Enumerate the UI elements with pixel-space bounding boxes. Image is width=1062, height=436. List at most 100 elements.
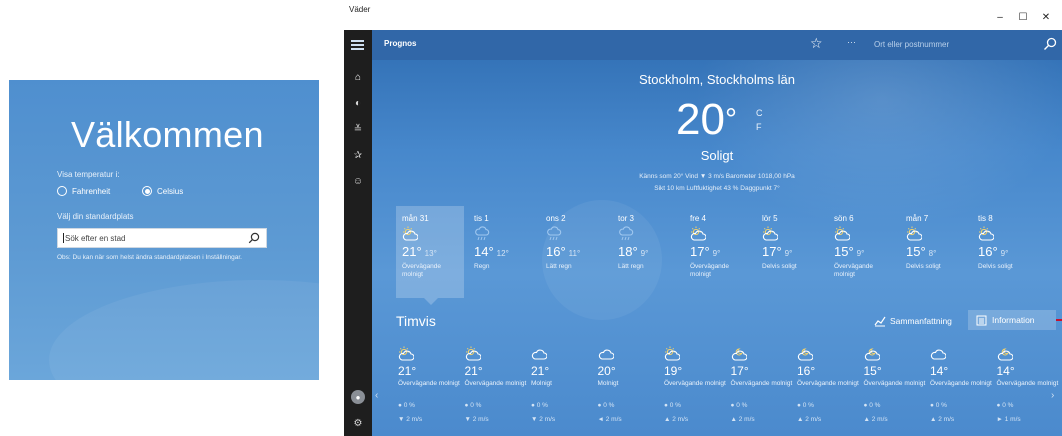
high-value: 16° [546,244,566,259]
more-options-button[interactable]: ··· [847,37,856,47]
settings-icon[interactable]: ⚙ [351,416,365,430]
precipitation: ● 0 % [664,402,681,409]
chart-icon [874,316,886,327]
weather-details-line-2: Sikt 10 km Luftfuktighet 43 % Daggpunkt … [654,185,780,192]
daily-forecast-day[interactable]: tis 8 16° 9° Delvis soligt [972,206,1040,298]
precipitation: ● 0 % [797,402,814,409]
rain-icon [547,226,562,241]
maps-nav-icon[interactable]: ◐ [351,96,365,110]
maximize-button[interactable]: ☐ [1014,12,1032,23]
hour-temperature: 14° [996,364,1015,378]
favorites-nav-icon[interactable]: ✰ [351,148,365,162]
wind: ► 1 m/s [996,416,1021,423]
day-condition: Delvis soligt [906,263,941,270]
celsius-unit[interactable]: C [756,106,763,120]
day-name: tor 3 [618,214,635,223]
temperature-value: 20 [676,95,725,144]
daily-forecast-day[interactable]: ons 2 16° 11° Lätt regn [540,206,608,298]
day-condition: Delvis soligt [978,263,1013,270]
historical-weather-nav-icon[interactable]: ≚ [351,122,365,136]
forecast-nav-icon[interactable]: ⌂ [351,70,365,84]
city-search-input[interactable]: Sök efter en stad [57,228,267,248]
daily-forecast-day[interactable]: tor 3 18° 9° Lätt regn [612,206,680,298]
current-condition: Soligt [700,148,734,163]
favorite-star-icon[interactable]: ☆ [810,35,823,52]
hour-condition: Molnigt [531,380,552,387]
hour-condition: Molnigt [597,380,619,387]
high-temperature: 18° 9° [618,244,648,259]
hour-temperature: 21° [531,364,550,378]
information-button[interactable]: Information [968,310,1056,330]
search-icon[interactable] [248,232,260,244]
celsius-label: Celsius [157,186,184,196]
hour-condition: Övervägande molnigt [730,380,793,387]
fahrenheit-radio[interactable]: Fahrenheit [57,186,110,196]
hour-temperature: 16° [797,364,816,378]
day-condition: Regn [474,263,490,270]
daily-forecast-day[interactable]: lör 5 17° 9° Delvis soligt [756,206,824,298]
hour-condition: Övervägande molnigt [863,380,926,387]
daily-forecast-day[interactable]: mån 31 21° 13° Övervägande molnigt [396,206,464,298]
summary-button[interactable]: Sammanfattning [874,312,952,330]
hour-temperature: 20° [597,364,616,378]
low-temperature: 9° [712,249,721,258]
day-name: tis 1 [474,214,489,223]
location-name: Stockholm, Stockholms län [638,72,796,87]
welcome-title: Välkommen [71,114,264,155]
information-label: Information [992,315,1035,325]
day-condition: Övervägande molnigt [834,263,874,278]
high-value: 14° [474,244,494,259]
precipitation-value: 0 % [869,402,881,409]
day-name: mån 31 [402,214,429,223]
high-temperature: 21° 13° [402,244,437,259]
account-icon[interactable]: ● [351,390,365,404]
wind: ▼ 2 m/s [464,416,489,423]
day-condition: Delvis soligt [762,263,797,270]
daily-forecast-day[interactable]: tis 1 14° 12° Regn [468,206,536,298]
radio-selected-icon [142,186,152,196]
close-button[interactable]: ✕ [1037,12,1055,23]
low-temperature: 9° [1000,249,1009,258]
high-temperature: 16° 11° [546,244,580,259]
feedback-nav-icon[interactable]: ☺ [351,174,365,188]
partly-cloudy-night-icon [997,348,1013,361]
day-condition: Lätt regn [546,263,572,270]
screenshot-root: Välkommen Visa temperatur i: Fahrenheit … [0,0,1062,436]
hour-condition: Övervägande molnigt [930,380,992,387]
cloudy-icon [930,349,946,360]
wind: ▲ 2 m/s [797,416,822,423]
fahrenheit-unit[interactable]: F [756,120,763,134]
partly-cloudy-night-icon [797,348,813,361]
cloudy-icon [598,349,614,360]
low-temperature: 9° [784,249,793,258]
hour-temperature: 17° [730,364,749,378]
rain-icon [475,226,490,241]
partly-sunny-icon [690,226,706,241]
city-search-placeholder: Sök efter en stad [65,233,126,243]
celsius-radio[interactable]: Celsius [142,186,183,196]
hour-condition: Övervägande molnigt [664,380,726,387]
precipitation-value: 0 % [736,402,748,409]
wind: ▲ 2 m/s [863,416,888,423]
current-temperature: 20° [676,96,737,144]
daily-forecast-day[interactable]: fre 4 17° 9° Övervägande molnigt [684,206,752,298]
precipitation-value: 0 % [403,402,415,409]
daily-forecast-day[interactable]: sön 6 15° 9° Övervägande molnigt [828,206,896,298]
precipitation-value: 0 % [603,402,615,409]
scroll-left-chevron-icon[interactable]: ‹ [375,390,378,401]
minimize-button[interactable]: – [991,12,1009,23]
unit-toggle[interactable]: C F [756,106,763,134]
hour-temperature: 19° [664,364,683,378]
search-icon[interactable] [1043,37,1057,51]
precipitation: ● 0 % [731,402,748,409]
daily-forecast-day[interactable]: mån 7 15° 8° Delvis soligt [900,206,968,298]
welcome-panel: Välkommen Visa temperatur i: Fahrenheit … [9,80,319,380]
wind: ▲ 2 m/s [730,416,755,423]
wind: ▲ 2 m/s [664,416,689,423]
scroll-right-chevron-icon[interactable]: › [1051,390,1054,401]
degree-symbol: ° [724,103,737,136]
hamburger-menu-icon[interactable] [351,40,364,52]
location-search-input[interactable]: Ort eller postnummer [872,35,1057,55]
day-name: lör 5 [762,214,778,223]
wind: ▼ 2 m/s [398,416,423,423]
